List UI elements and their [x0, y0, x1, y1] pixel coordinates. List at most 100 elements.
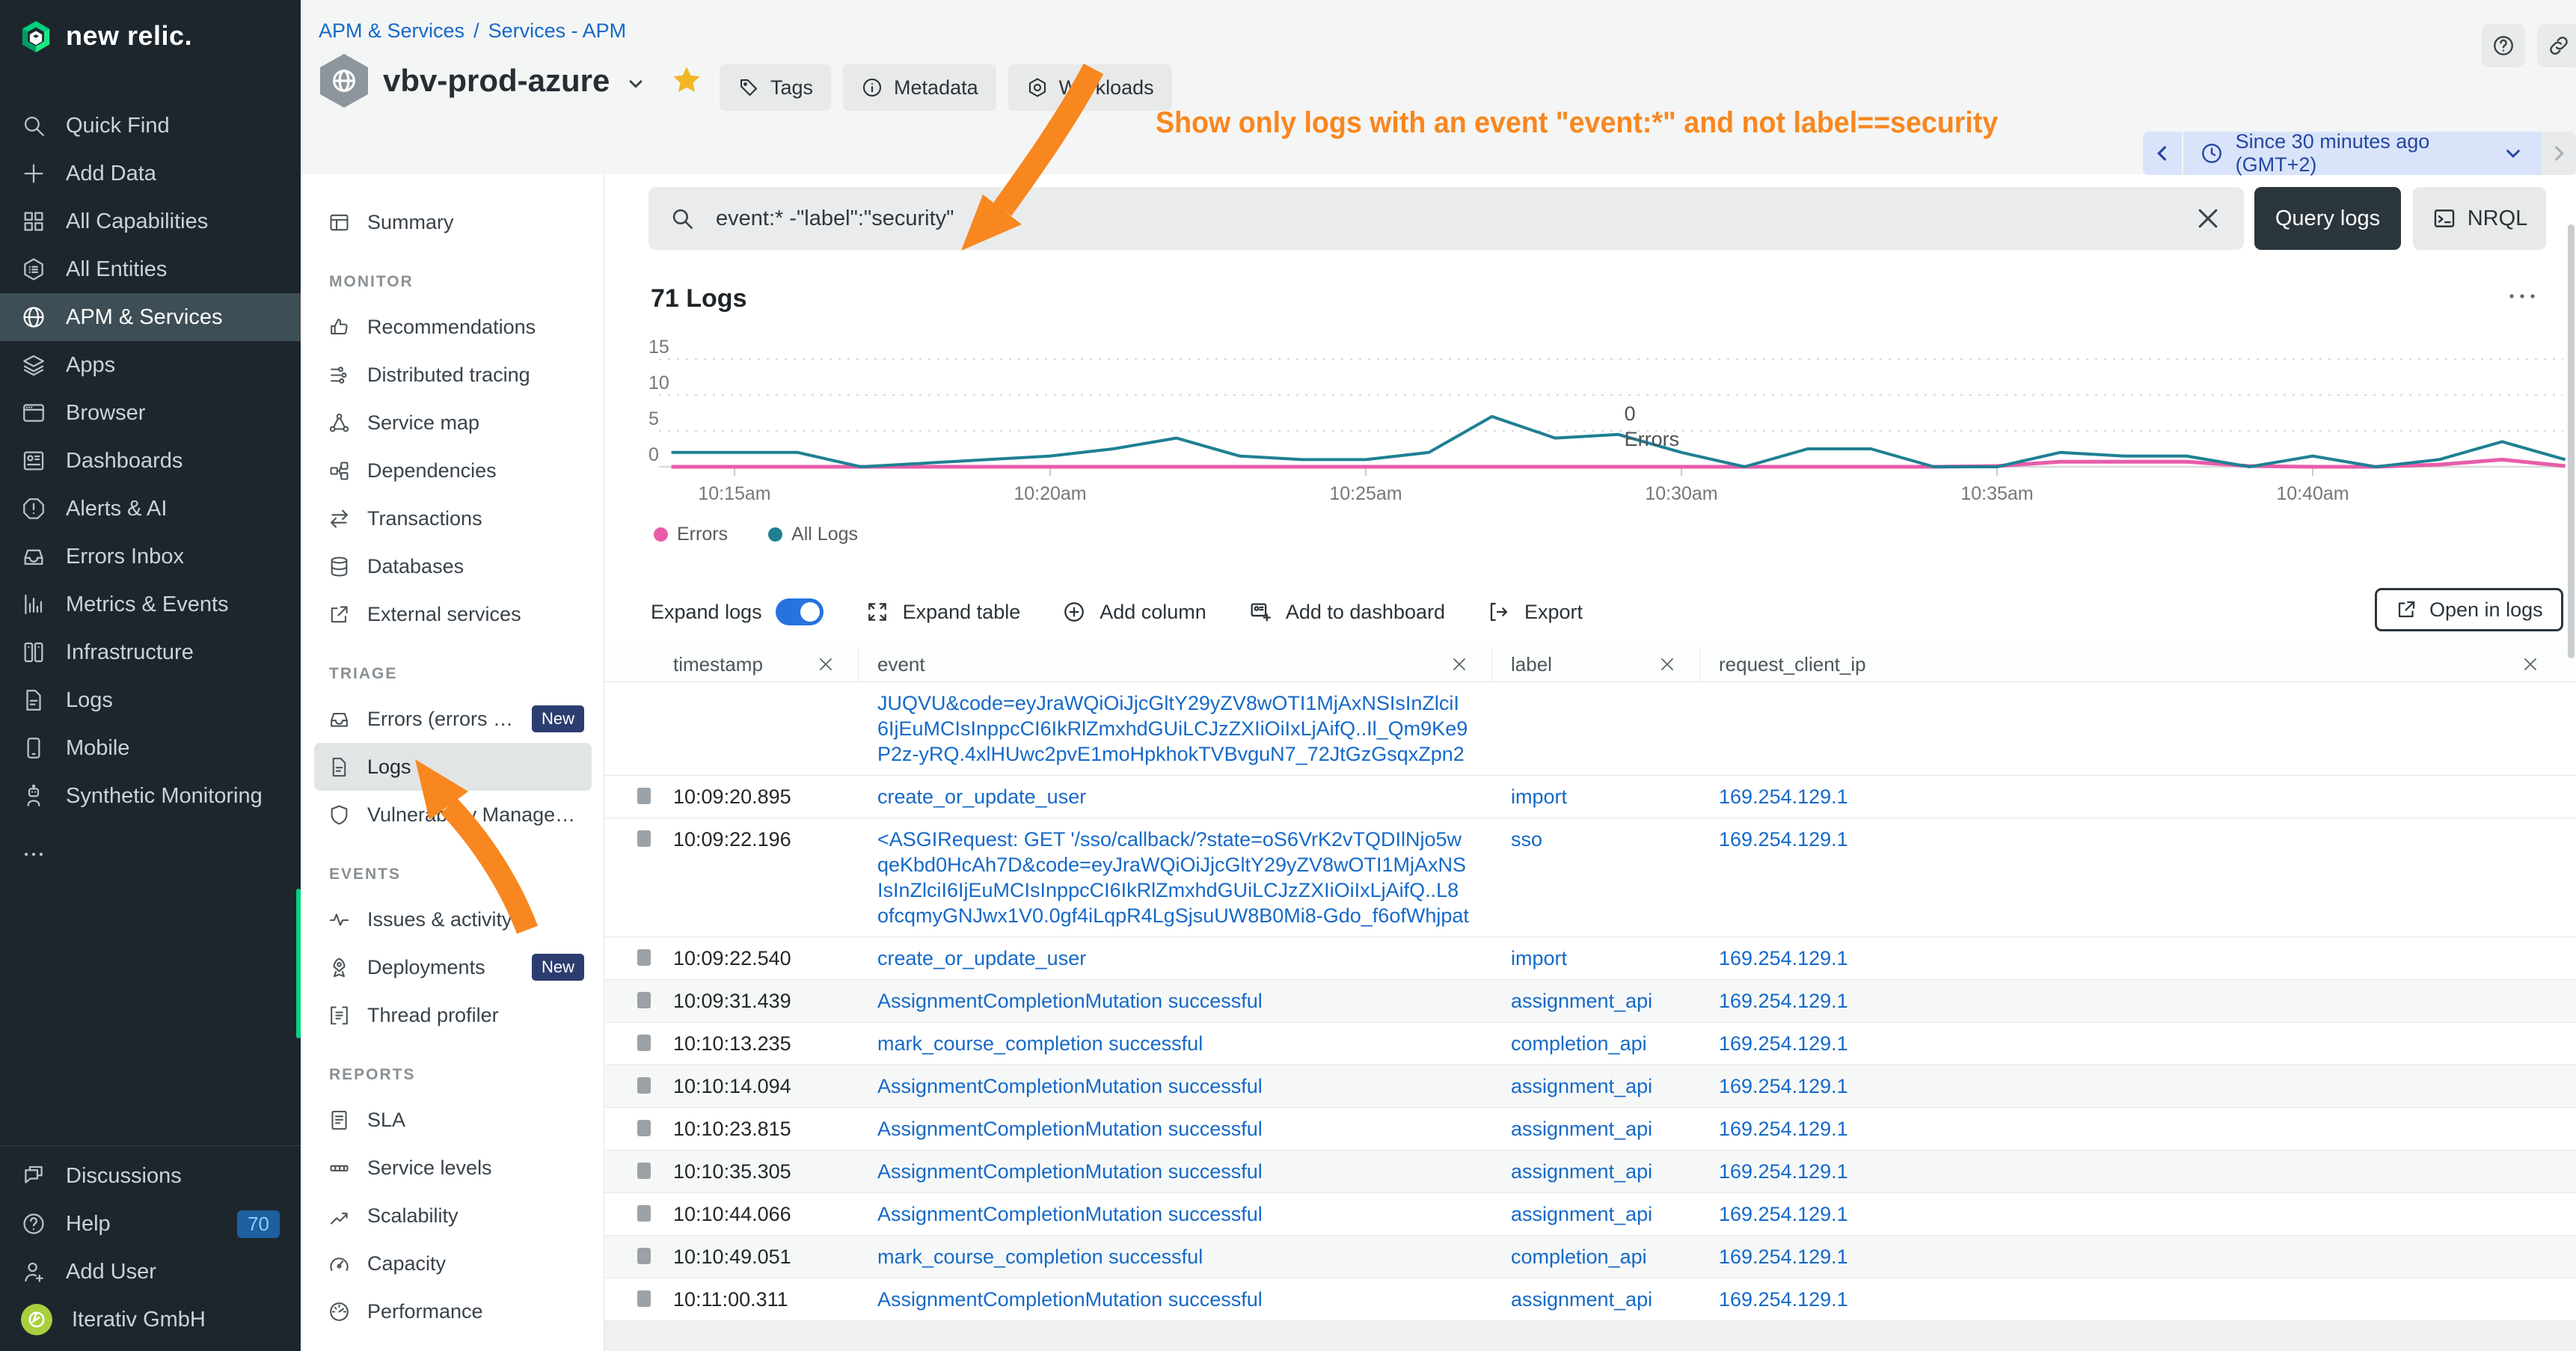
- subnav-item-databases[interactable]: Databases: [314, 542, 592, 590]
- sidebar-item-synthetic-monitoring[interactable]: Synthetic Monitoring: [0, 772, 301, 820]
- ip-link[interactable]: 169.254.129.1: [1719, 1201, 2554, 1227]
- log-row-marker-icon[interactable]: [637, 830, 651, 847]
- open-in-logs-button[interactable]: Open in logs: [2375, 588, 2563, 631]
- log-row-marker-icon[interactable]: [637, 788, 651, 804]
- ip-link[interactable]: 169.254.129.1: [1719, 988, 2554, 1014]
- sidebar-item-apm-services[interactable]: APM & Services: [0, 293, 301, 341]
- log-row-marker-icon[interactable]: [637, 1248, 651, 1264]
- expand-logs-toggle[interactable]: Expand logs: [651, 598, 824, 625]
- subnav-item-issues-activity[interactable]: Issues & activity: [314, 895, 592, 943]
- sidebar-scroll-indicator[interactable]: [296, 889, 301, 1038]
- label-link[interactable]: assignment_api: [1511, 1201, 1678, 1227]
- event-link[interactable]: create_or_update_user: [877, 946, 1470, 971]
- subnav-item-scalability[interactable]: Scalability: [314, 1192, 592, 1240]
- log-row[interactable]: 10:10:14.094AssignmentCompletionMutation…: [604, 1064, 2576, 1107]
- subnav-item-sla[interactable]: SLA: [314, 1096, 592, 1144]
- event-link[interactable]: mark_course_completion successful: [877, 1031, 1470, 1056]
- label-link[interactable]: completion_api: [1511, 1244, 1678, 1269]
- sidebar-item-apps[interactable]: Apps: [0, 341, 301, 389]
- log-row-marker-icon[interactable]: [637, 1120, 651, 1136]
- workloads-button[interactable]: Workloads: [1008, 64, 1172, 111]
- remove-column-icon[interactable]: [1450, 655, 1469, 674]
- sidebar-item-discussions[interactable]: Discussions: [0, 1152, 301, 1200]
- sidebar-item-dashboards[interactable]: Dashboards: [0, 437, 301, 485]
- subnav-item-thread-profiler[interactable]: Thread profiler: [314, 991, 592, 1039]
- log-row[interactable]: 10:11:00.311AssignmentCompletionMutation…: [604, 1278, 2576, 1321]
- event-link[interactable]: AssignmentCompletionMutation successful: [877, 1201, 1470, 1227]
- label-link[interactable]: assignment_api: [1511, 988, 1678, 1014]
- ip-link[interactable]: 169.254.129.1: [1719, 946, 2554, 971]
- ip-link[interactable]: 169.254.129.1: [1719, 1159, 2554, 1184]
- time-picker-next-button[interactable]: [2542, 132, 2576, 175]
- sidebar-item-all-capabilities[interactable]: All Capabilities: [0, 197, 301, 245]
- event-link[interactable]: AssignmentCompletionMutation successful: [877, 1159, 1470, 1184]
- subnav-item-transactions[interactable]: Transactions: [314, 494, 592, 542]
- event-link[interactable]: <ASGIRequest: GET '/sso/callback/?state=…: [877, 827, 1470, 928]
- remove-column-icon[interactable]: [1657, 655, 1677, 674]
- log-row-marker-icon[interactable]: [637, 1162, 651, 1179]
- log-row[interactable]: 10:10:23.815AssignmentCompletionMutation…: [604, 1107, 2576, 1150]
- breadcrumb-link-services-apm[interactable]: Services - APM: [488, 19, 627, 43]
- ip-link[interactable]: 169.254.129.1: [1719, 1287, 2554, 1312]
- subnav-item-service-map[interactable]: Service map: [314, 399, 592, 447]
- sidebar-item-all-entities[interactable]: All Entities: [0, 245, 301, 293]
- label-link[interactable]: assignment_api: [1511, 1287, 1678, 1312]
- subnav-item-recommendations[interactable]: Recommendations: [314, 303, 592, 351]
- breadcrumb-link-apm-services[interactable]: APM & Services: [319, 19, 464, 43]
- event-link[interactable]: mark_course_completion successful: [877, 1244, 1470, 1269]
- metadata-button[interactable]: Metadata: [843, 64, 996, 111]
- event-link[interactable]: AssignmentCompletionMutation successful: [877, 1073, 1470, 1099]
- event-link[interactable]: AssignmentCompletionMutation successful: [877, 1116, 1470, 1142]
- new-relic-logo[interactable]: new relic.: [0, 0, 301, 52]
- sidebar-item-mobile[interactable]: Mobile: [0, 724, 301, 772]
- nrql-button[interactable]: NRQL: [2413, 187, 2546, 250]
- log-row-marker-icon[interactable]: [637, 1205, 651, 1222]
- label-link[interactable]: completion_api: [1511, 1031, 1678, 1056]
- log-row-marker-icon[interactable]: [637, 1035, 651, 1051]
- log-row[interactable]: 10:10:35.305AssignmentCompletionMutation…: [604, 1150, 2576, 1192]
- column-header-event[interactable]: event: [859, 647, 1492, 681]
- toggle-on-icon[interactable]: [776, 598, 824, 625]
- label-link[interactable]: assignment_api: [1511, 1073, 1678, 1099]
- subnav-item-distributed-tracing[interactable]: Distributed tracing: [314, 351, 592, 399]
- sidebar-item-metrics-events[interactable]: Metrics & Events: [0, 580, 301, 628]
- add-column-button[interactable]: Add column: [1062, 600, 1206, 624]
- copy-link-button[interactable]: [2537, 24, 2576, 67]
- log-row-marker-icon[interactable]: [637, 1290, 651, 1307]
- subnav-item-summary[interactable]: Summary: [314, 198, 592, 246]
- chevron-down-icon[interactable]: [625, 73, 647, 95]
- tags-button[interactable]: Tags: [720, 64, 831, 111]
- log-row[interactable]: 10:09:22.196<ASGIRequest: GET '/sso/call…: [604, 818, 2576, 937]
- sidebar-item-logs[interactable]: Logs: [0, 676, 301, 724]
- log-row[interactable]: 10:10:44.066AssignmentCompletionMutation…: [604, 1192, 2576, 1235]
- subnav-item-deployments[interactable]: DeploymentsNew: [314, 943, 592, 991]
- sidebar-item-alerts-ai[interactable]: Alerts & AI: [0, 485, 301, 533]
- label-link[interactable]: import: [1511, 946, 1678, 971]
- log-row[interactable]: 10:10:13.235mark_course_completion succe…: [604, 1022, 2576, 1064]
- subnav-item-errors-errors-inb[interactable]: Errors (errors inb...New: [314, 695, 592, 743]
- column-header-label[interactable]: label: [1492, 647, 1700, 681]
- ip-link[interactable]: 169.254.129.1: [1719, 1073, 2554, 1099]
- more-options-icon[interactable]: [2504, 278, 2540, 314]
- log-row-marker-icon[interactable]: [637, 1077, 651, 1094]
- column-header-request-client-ip[interactable]: request_client_ip: [1700, 647, 2576, 681]
- legend-item-all-logs[interactable]: All Logs: [768, 524, 858, 545]
- subnav-item-dependencies[interactable]: Dependencies: [314, 447, 592, 494]
- time-picker-prev-button[interactable]: [2143, 132, 2183, 175]
- log-query-input[interactable]: [714, 206, 2193, 232]
- sidebar-item-browser[interactable]: Browser: [0, 389, 301, 437]
- sidebar-item-errors-inbox[interactable]: Errors Inbox: [0, 533, 301, 580]
- subnav-item-external-services[interactable]: External services: [314, 590, 592, 638]
- subnav-item-performance[interactable]: Performance: [314, 1287, 592, 1335]
- event-link[interactable]: JUQVU&code=eyJraWQiOiJjcGltY29yZV8wOTI1M…: [877, 690, 1470, 767]
- event-link[interactable]: create_or_update_user: [877, 784, 1470, 809]
- clear-query-icon[interactable]: [2193, 203, 2223, 233]
- sidebar-item-infrastructure[interactable]: Infrastructure: [0, 628, 301, 676]
- sidebar-item-add-data[interactable]: Add Data: [0, 150, 301, 197]
- subnav-item-vulnerability-management[interactable]: Vulnerability Management: [314, 791, 592, 839]
- export-button[interactable]: Export: [1487, 600, 1583, 624]
- legend-item-errors[interactable]: Errors: [654, 524, 728, 545]
- log-row[interactable]: 10:09:20.895create_or_update_userimport1…: [604, 775, 2576, 818]
- subnav-item-service-levels[interactable]: Service levels: [314, 1144, 592, 1192]
- log-row[interactable]: JUQVU&code=eyJraWQiOiJjcGltY29yZV8wOTI1M…: [604, 681, 2576, 775]
